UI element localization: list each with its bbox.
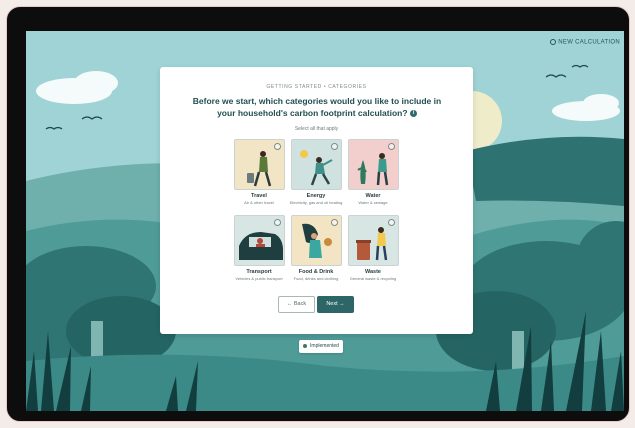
next-button[interactable]: Next → xyxy=(317,296,354,313)
checkbox-energy[interactable] xyxy=(331,143,338,150)
status-pill[interactable]: Implemented xyxy=(299,340,343,353)
select-hint: Select all that apply xyxy=(294,126,339,132)
checkbox-travel[interactable] xyxy=(274,143,281,150)
checkbox-water[interactable] xyxy=(388,143,395,150)
back-button[interactable]: ← Back xyxy=(278,296,315,313)
category-tile-transport[interactable] xyxy=(234,215,285,266)
checkbox-waste[interactable] xyxy=(388,219,395,226)
calculator-icon xyxy=(550,39,557,45)
new-calculation-link[interactable]: NEW CALCULATION xyxy=(550,39,620,46)
category-tile-water[interactable] xyxy=(348,139,399,190)
category-tile-energy[interactable] xyxy=(291,139,342,190)
category-selection-card: GETTING STARTED • CATEGORIES Before we s… xyxy=(160,67,473,334)
app-screen: NEW CALCULATION GETTING STARTED • CATEGO… xyxy=(26,31,624,411)
category-tile-waste[interactable] xyxy=(348,215,399,266)
category-label: Waste xyxy=(365,269,381,275)
checkbox-food-and-drink[interactable] xyxy=(331,219,338,226)
leaf-icon xyxy=(303,343,308,348)
laptop-frame: NEW CALCULATION GETTING STARTED • CATEGO… xyxy=(6,6,630,422)
info-icon[interactable]: i xyxy=(409,110,417,118)
checkbox-transport[interactable] xyxy=(274,219,281,226)
category-tile-travel[interactable] xyxy=(234,139,285,190)
category-sublabel: Water & sewage xyxy=(358,200,388,205)
page-title: Before we start, which categories would … xyxy=(192,96,442,118)
category-label: Water xyxy=(365,193,381,199)
category-tile-food-and-drink[interactable] xyxy=(291,215,342,266)
category-sublabel: General waste & recycling xyxy=(349,276,397,281)
step-eyebrow: GETTING STARTED • CATEGORIES xyxy=(266,84,367,90)
